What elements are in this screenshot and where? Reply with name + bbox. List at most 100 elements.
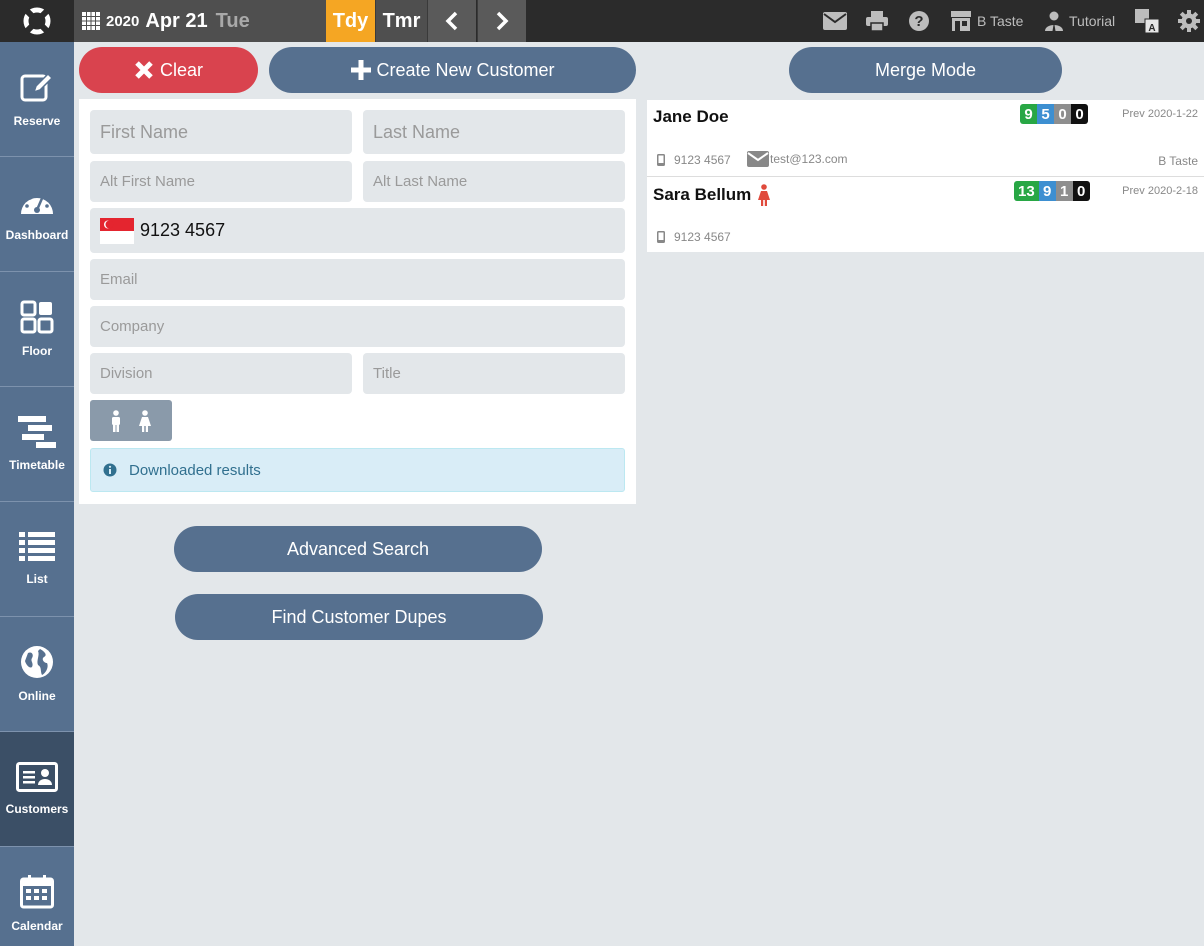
chevron-left-icon	[445, 11, 458, 31]
previous-visit: Prev 2020-2-18	[1122, 185, 1198, 197]
alt-last-name-placeholder: Alt Last Name	[373, 173, 468, 190]
last-name-input[interactable]: Last Name	[363, 110, 625, 154]
customer-phone: 9123 4567	[657, 153, 731, 167]
print-button[interactable]	[866, 8, 888, 34]
customer-phone-value: 9123 4567	[674, 230, 731, 244]
language-button[interactable]: A	[1135, 8, 1159, 34]
stat-badge: 5	[1037, 104, 1054, 124]
sidebar-item-label: Reserve	[13, 114, 61, 128]
clear-label: Clear	[159, 59, 203, 80]
sidebar-item-customers[interactable]: Customers	[0, 732, 74, 847]
id-card-icon	[16, 762, 58, 792]
visit-stats-badges: 9 5 0 0	[1020, 104, 1088, 124]
customer-name: Sara Bellum	[653, 185, 752, 204]
phone-input[interactable]: 9123 4567	[90, 208, 625, 253]
date-year: 2020	[106, 12, 140, 30]
create-customer-label: Create New Customer	[376, 59, 555, 80]
sidebar-item-label: Calendar	[11, 919, 63, 933]
sidebar-item-list[interactable]: List	[0, 502, 74, 617]
help-button[interactable]: ?	[908, 8, 930, 34]
find-dupes-label: Find Customer Dupes	[271, 606, 447, 627]
sidebar-item-online[interactable]: Online	[0, 617, 74, 732]
first-name-input[interactable]: First Name	[90, 110, 352, 154]
sidebar: Reserve Dashboard Floor Timetable List O…	[0, 42, 74, 946]
date-weekday: Tue	[215, 9, 250, 32]
alt-first-name-input[interactable]: Alt First Name	[90, 161, 352, 202]
advanced-search-button[interactable]: Advanced Search	[174, 526, 542, 572]
stat-badge: 0	[1071, 104, 1088, 124]
pencil-square-icon	[20, 72, 54, 102]
visit-stats-badges: 13 9 1 0	[1014, 181, 1090, 201]
stat-badge: 0	[1054, 104, 1071, 124]
restaurant-name: B Taste	[977, 13, 1024, 29]
phone-value: 9123 4567	[140, 220, 226, 240]
grid-icon	[20, 300, 54, 334]
sidebar-item-label: List	[26, 572, 48, 586]
mobile-icon	[657, 154, 665, 166]
info-text: Downloaded results	[129, 461, 261, 479]
find-dupes-button[interactable]: Find Customer Dupes	[175, 594, 543, 640]
globe-icon	[21, 646, 53, 678]
settings-button[interactable]	[1178, 8, 1200, 34]
customer-name-row: Sara Bellum	[653, 184, 773, 206]
female-icon[interactable]	[137, 409, 153, 432]
customer-phone: 9123 4567	[657, 230, 731, 244]
top-bar: 2020 Apr 21 Tue Tdy Tmr ? B Taste Tutori…	[0, 0, 1204, 42]
customer-name: Jane Doe	[653, 107, 729, 126]
sidebar-item-reserve[interactable]: Reserve	[0, 42, 74, 157]
plus-icon	[351, 60, 372, 80]
gauge-icon	[21, 192, 53, 214]
tomorrow-button[interactable]: Tmr	[375, 0, 427, 42]
division-input[interactable]: Division	[90, 353, 352, 394]
clear-button[interactable]: Clear	[79, 47, 258, 93]
today-button[interactable]: Tdy	[326, 0, 375, 42]
company-placeholder: Company	[100, 318, 165, 335]
restaurant-button[interactable]: B Taste	[950, 8, 1023, 34]
sidebar-item-calendar[interactable]: Calendar	[0, 847, 74, 946]
sidebar-item-floor[interactable]: Floor	[0, 272, 74, 387]
male-icon[interactable]	[109, 409, 123, 432]
sidebar-item-label: Customers	[5, 802, 69, 816]
sidebar-item-label: Timetable	[9, 458, 65, 472]
sidebar-item-timetable[interactable]: Timetable	[0, 387, 74, 502]
app-logo-icon[interactable]	[0, 0, 74, 42]
mail-button[interactable]	[823, 8, 847, 34]
email-input[interactable]: Email	[90, 259, 625, 300]
next-day-button[interactable]	[477, 0, 526, 42]
printer-icon	[866, 11, 888, 31]
svg-text:?: ?	[914, 13, 923, 30]
list-item[interactable]: Sara Bellum 13 9 1 0 Prev 2020-2-18 9123…	[647, 176, 1204, 252]
sidebar-item-dashboard[interactable]: Dashboard	[0, 157, 74, 272]
customer-phone-value: 9123 4567	[674, 153, 731, 167]
stat-badge: 13	[1014, 181, 1039, 201]
info-alert: Downloaded results	[90, 448, 625, 492]
merge-mode-button[interactable]: Merge Mode	[789, 47, 1062, 93]
division-placeholder: Division	[100, 365, 153, 382]
list-item[interactable]: Jane Doe 9 5 0 0 Prev 2020-1-22 9123 456…	[647, 100, 1204, 176]
svg-text:A: A	[1148, 23, 1155, 33]
envelope-icon	[823, 12, 847, 30]
stat-badge: 1	[1055, 181, 1073, 201]
list-icon	[19, 532, 55, 561]
mobile-icon	[657, 231, 665, 243]
customer-location: B Taste	[1158, 154, 1198, 168]
gear-icon	[1178, 10, 1200, 32]
company-input[interactable]: Company	[90, 306, 625, 347]
alt-last-name-input[interactable]: Alt Last Name	[363, 161, 625, 202]
previous-visit: Prev 2020-1-22	[1122, 108, 1198, 120]
tutorial-button[interactable]: Tutorial	[1044, 8, 1115, 34]
customer-email-value: test@123.com	[770, 152, 848, 166]
date-selector[interactable]: 2020 Apr 21 Tue	[74, 0, 326, 42]
merge-mode-label: Merge Mode	[874, 59, 977, 80]
create-customer-button[interactable]: Create New Customer	[269, 47, 636, 93]
title-input[interactable]: Title	[363, 353, 625, 394]
singapore-flag-icon[interactable]	[100, 217, 134, 244]
sidebar-item-label: Dashboard	[5, 228, 69, 242]
stat-badge: 0	[1072, 181, 1090, 201]
user-tie-icon	[1045, 11, 1063, 31]
prev-day-button[interactable]	[427, 0, 476, 42]
sidebar-item-label: Online	[18, 689, 56, 703]
envelope-icon	[747, 151, 769, 167]
gender-toggle	[90, 400, 172, 441]
stat-badge: 9	[1020, 104, 1037, 124]
